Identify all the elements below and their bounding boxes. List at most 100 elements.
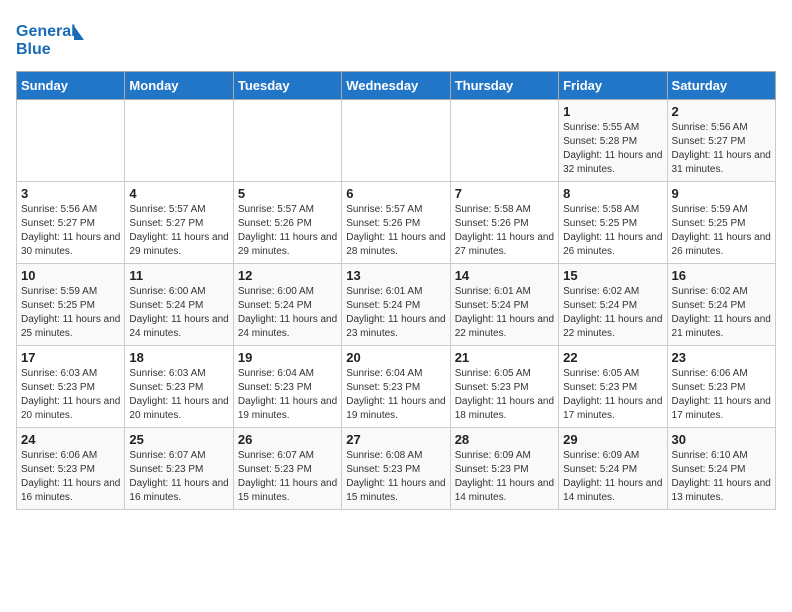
calendar-cell: 20 Sunrise: 6:04 AM Sunset: 5:23 PM Dayli… (342, 346, 450, 428)
day-number: 21 (455, 350, 554, 365)
day-info: Sunrise: 6:05 AM Sunset: 5:23 PM Dayligh… (563, 367, 662, 423)
day-info: Sunrise: 6:04 AM Sunset: 5:23 PM Dayligh… (238, 367, 337, 423)
calendar-week-row: 24Sunrise: 6:06 AM Sunset: 5:23 PM Dayli… (17, 428, 776, 510)
calendar-cell: 6 Sunrise: 5:57 AM Sunset: 5:26 PM Daylig… (342, 182, 450, 264)
logo-svg: GeneralBlue (16, 16, 86, 61)
day-number: 8 (563, 186, 662, 201)
page-header: GeneralBlue (16, 16, 776, 61)
day-number: 10 (21, 268, 120, 283)
day-info: Sunrise: 5:56 AM Sunset: 5:27 PM Dayligh… (21, 203, 120, 259)
day-info: Sunrise: 6:04 AM Sunset: 5:23 PM Dayligh… (346, 367, 445, 423)
day-number: 30 (672, 432, 771, 447)
calendar-cell (342, 100, 450, 182)
weekday-header: Tuesday (233, 72, 341, 100)
calendar-week-row: 1 Sunrise: 5:55 AM Sunset: 5:28 PM Daylig… (17, 100, 776, 182)
day-info: Sunrise: 6:03 AM Sunset: 5:23 PM Dayligh… (21, 367, 120, 423)
calendar-cell: 13 Sunrise: 6:01 AM Sunset: 5:24 PM Dayli… (342, 264, 450, 346)
day-info: Sunrise: 6:08 AM Sunset: 5:23 PM Dayligh… (346, 449, 445, 505)
day-number: 19 (238, 350, 337, 365)
day-info: Sunrise: 5:58 AM Sunset: 5:25 PM Dayligh… (563, 203, 662, 259)
day-info: Sunrise: 5:55 AM Sunset: 5:28 PM Dayligh… (563, 121, 662, 177)
day-number: 23 (672, 350, 771, 365)
calendar-cell: 22 Sunrise: 6:05 AM Sunset: 5:23 PM Dayli… (559, 346, 667, 428)
calendar-cell: 1 Sunrise: 5:55 AM Sunset: 5:28 PM Daylig… (559, 100, 667, 182)
day-number: 18 (129, 350, 228, 365)
day-info: Sunrise: 5:57 AM Sunset: 5:26 PM Dayligh… (238, 203, 337, 259)
day-info: Sunrise: 5:58 AM Sunset: 5:26 PM Dayligh… (455, 203, 554, 259)
calendar-cell: 17 Sunrise: 6:03 AM Sunset: 5:23 PM Dayli… (17, 346, 125, 428)
day-number: 29 (563, 432, 662, 447)
calendar-cell (125, 100, 233, 182)
weekday-header-row: SundayMondayTuesdayWednesdayThursdayFrid… (17, 72, 776, 100)
day-info: Sunrise: 5:59 AM Sunset: 5:25 PM Dayligh… (672, 203, 771, 259)
day-info: Sunrise: 6:10 AM Sunset: 5:24 PM Dayligh… (672, 449, 771, 505)
day-info: Sunrise: 6:03 AM Sunset: 5:23 PM Dayligh… (129, 367, 228, 423)
weekday-header: Sunday (17, 72, 125, 100)
day-info: Sunrise: 6:06 AM Sunset: 5:23 PM Dayligh… (672, 367, 771, 423)
day-number: 22 (563, 350, 662, 365)
day-info: Sunrise: 6:00 AM Sunset: 5:24 PM Dayligh… (238, 285, 337, 341)
day-info: Sunrise: 6:07 AM Sunset: 5:23 PM Dayligh… (238, 449, 337, 505)
calendar-week-row: 17 Sunrise: 6:03 AM Sunset: 5:23 PM Dayli… (17, 346, 776, 428)
calendar-cell: 9 Sunrise: 5:59 AM Sunset: 5:25 PM Daylig… (667, 182, 775, 264)
day-number: 17 (21, 350, 120, 365)
weekday-header: Thursday (450, 72, 558, 100)
calendar-cell: 23 Sunrise: 6:06 AM Sunset: 5:23 PM Dayli… (667, 346, 775, 428)
calendar-cell: 26Sunrise: 6:07 AM Sunset: 5:23 PM Dayli… (233, 428, 341, 510)
calendar-cell: 28 Sunrise: 6:09 AM Sunset: 5:23 PM Dayli… (450, 428, 558, 510)
day-info: Sunrise: 5:56 AM Sunset: 5:27 PM Dayligh… (672, 121, 771, 177)
calendar-cell (450, 100, 558, 182)
calendar-week-row: 3 Sunrise: 5:56 AM Sunset: 5:27 PM Daylig… (17, 182, 776, 264)
day-number: 28 (455, 432, 554, 447)
day-number: 20 (346, 350, 445, 365)
calendar-cell: 3 Sunrise: 5:56 AM Sunset: 5:27 PM Daylig… (17, 182, 125, 264)
weekday-header: Friday (559, 72, 667, 100)
day-number: 11 (129, 268, 228, 283)
svg-text:General: General (16, 23, 76, 40)
day-number: 9 (672, 186, 771, 201)
day-number: 6 (346, 186, 445, 201)
day-number: 13 (346, 268, 445, 283)
calendar-cell: 30 Sunrise: 6:10 AM Sunset: 5:24 PM Dayli… (667, 428, 775, 510)
calendar-cell: 4 Sunrise: 5:57 AM Sunset: 5:27 PM Daylig… (125, 182, 233, 264)
day-info: Sunrise: 5:59 AM Sunset: 5:25 PM Dayligh… (21, 285, 120, 341)
logo: GeneralBlue (16, 16, 86, 61)
day-info: Sunrise: 5:57 AM Sunset: 5:26 PM Dayligh… (346, 203, 445, 259)
day-info: Sunrise: 6:06 AM Sunset: 5:23 PM Dayligh… (21, 449, 120, 505)
day-number: 25 (129, 432, 228, 447)
weekday-header: Saturday (667, 72, 775, 100)
day-info: Sunrise: 6:09 AM Sunset: 5:24 PM Dayligh… (563, 449, 662, 505)
calendar-cell: 11Sunrise: 6:00 AM Sunset: 5:24 PM Dayli… (125, 264, 233, 346)
calendar-cell: 7 Sunrise: 5:58 AM Sunset: 5:26 PM Daylig… (450, 182, 558, 264)
day-info: Sunrise: 5:57 AM Sunset: 5:27 PM Dayligh… (129, 203, 228, 259)
day-info: Sunrise: 6:05 AM Sunset: 5:23 PM Dayligh… (455, 367, 554, 423)
calendar-cell: 18 Sunrise: 6:03 AM Sunset: 5:23 PM Dayli… (125, 346, 233, 428)
day-info: Sunrise: 6:02 AM Sunset: 5:24 PM Dayligh… (672, 285, 771, 341)
calendar-cell: 14Sunrise: 6:01 AM Sunset: 5:24 PM Dayli… (450, 264, 558, 346)
day-number: 2 (672, 104, 771, 119)
day-number: 15 (563, 268, 662, 283)
day-number: 5 (238, 186, 337, 201)
calendar-cell: 27 Sunrise: 6:08 AM Sunset: 5:23 PM Dayli… (342, 428, 450, 510)
weekday-header: Wednesday (342, 72, 450, 100)
calendar-cell: 10 Sunrise: 5:59 AM Sunset: 5:25 PM Dayli… (17, 264, 125, 346)
day-number: 14 (455, 268, 554, 283)
day-number: 1 (563, 104, 662, 119)
calendar-cell (17, 100, 125, 182)
day-number: 7 (455, 186, 554, 201)
calendar-cell: 21 Sunrise: 6:05 AM Sunset: 5:23 PM Dayli… (450, 346, 558, 428)
calendar-cell: 29 Sunrise: 6:09 AM Sunset: 5:24 PM Dayli… (559, 428, 667, 510)
calendar-cell: 25 Sunrise: 6:07 AM Sunset: 5:23 PM Dayli… (125, 428, 233, 510)
day-number: 3 (21, 186, 120, 201)
calendar-table: SundayMondayTuesdayWednesdayThursdayFrid… (16, 71, 776, 510)
calendar-cell: 12Sunrise: 6:00 AM Sunset: 5:24 PM Dayli… (233, 264, 341, 346)
day-number: 4 (129, 186, 228, 201)
day-info: Sunrise: 6:09 AM Sunset: 5:23 PM Dayligh… (455, 449, 554, 505)
day-number: 16 (672, 268, 771, 283)
day-info: Sunrise: 6:07 AM Sunset: 5:23 PM Dayligh… (129, 449, 228, 505)
calendar-cell: 16 Sunrise: 6:02 AM Sunset: 5:24 PM Dayli… (667, 264, 775, 346)
calendar-cell: 24Sunrise: 6:06 AM Sunset: 5:23 PM Dayli… (17, 428, 125, 510)
calendar-cell: 8 Sunrise: 5:58 AM Sunset: 5:25 PM Daylig… (559, 182, 667, 264)
day-info: Sunrise: 6:01 AM Sunset: 5:24 PM Dayligh… (346, 285, 445, 341)
day-number: 27 (346, 432, 445, 447)
